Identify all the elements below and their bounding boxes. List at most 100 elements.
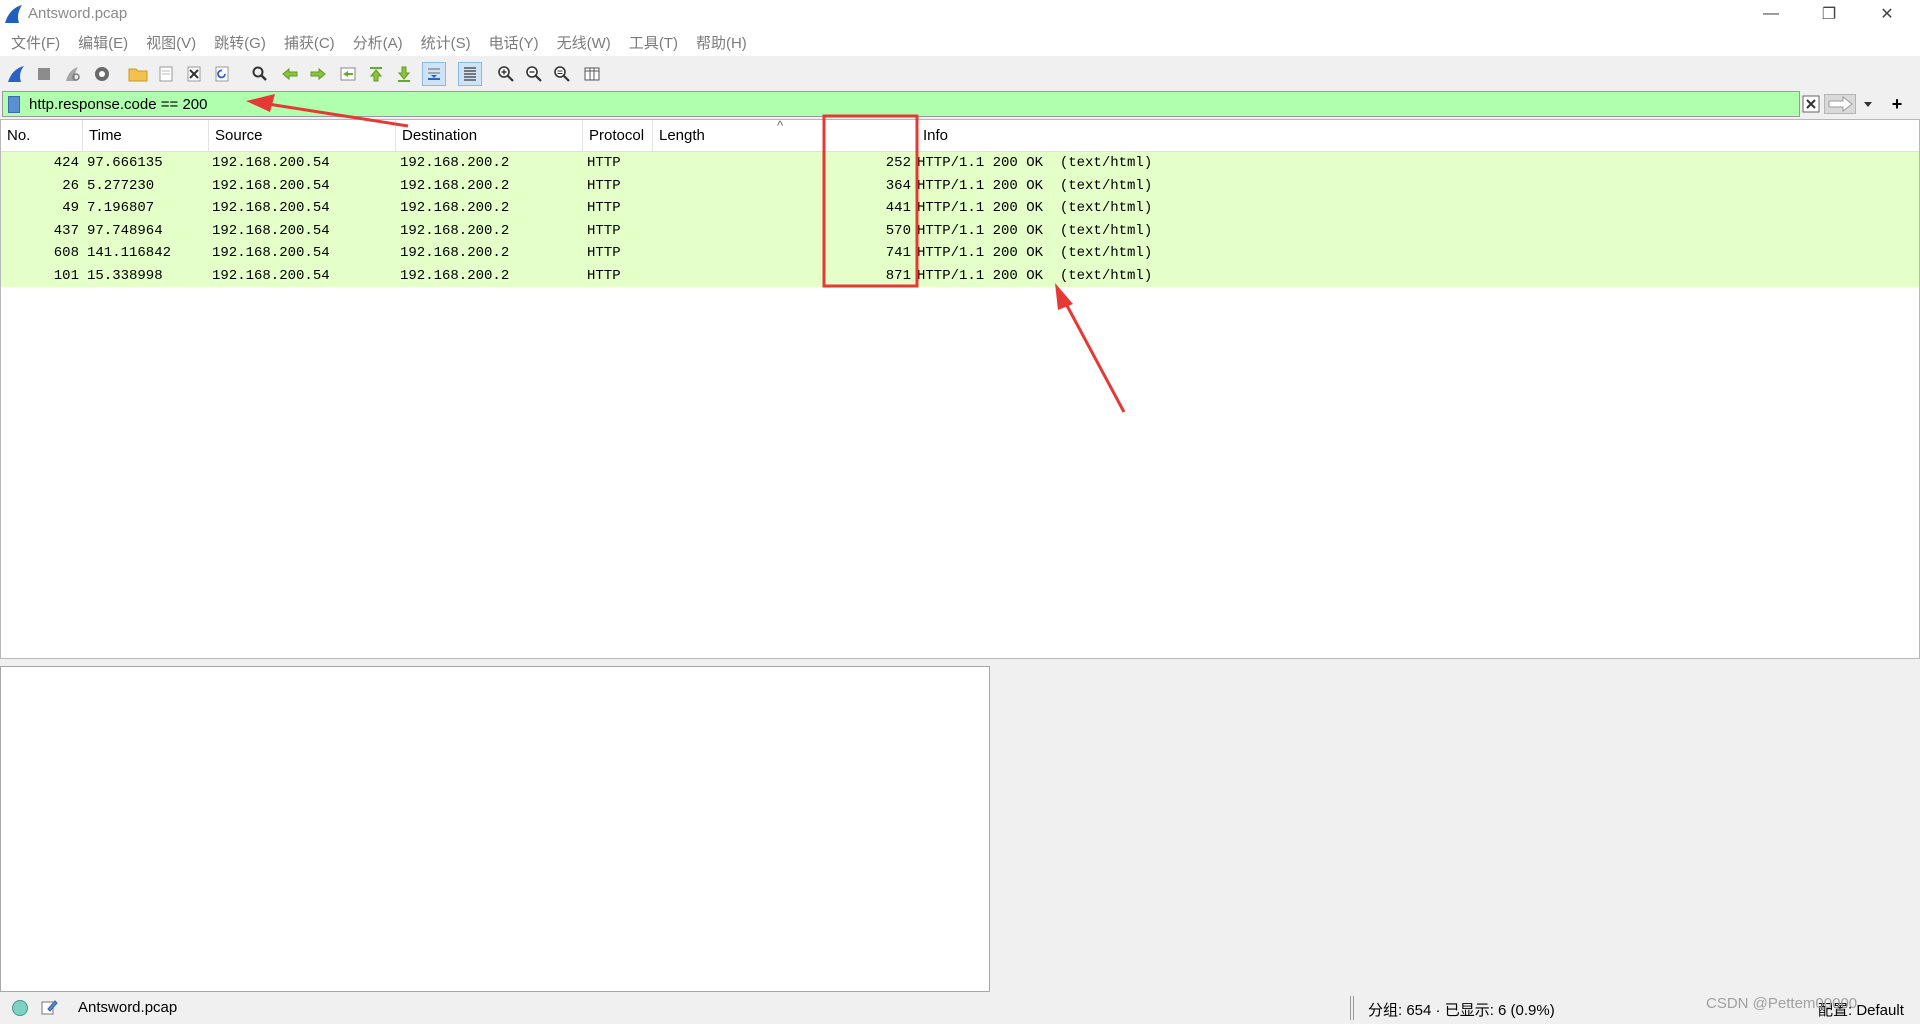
menu-go[interactable]: 跳转(G) [205,32,275,53]
stop-square-icon[interactable] [32,62,56,86]
display-filter-field [2,91,1800,117]
apply-filter-arrow-icon[interactable] [1824,94,1856,114]
cell-destination: 192.168.200.2 [400,267,510,284]
status-divider [1350,996,1354,1020]
title-bar: Antsword.pcap — ❐ ✕ [0,0,1920,28]
table-row[interactable]: 424 97.666135 192.168.200.54 192.168.200… [1,152,1919,175]
cell-length: 741 [885,245,911,261]
cell-protocol: HTTP [587,177,621,194]
capture-comment-edit-icon[interactable] [40,998,58,1016]
cell-no: 26 [62,177,79,194]
close-button[interactable]: ✕ [1858,0,1916,28]
table-row[interactable]: 49 7.196807 192.168.200.54 192.168.200.2… [1,197,1919,220]
cell-info: HTTP/1.1 200 OK (text/html) [917,200,1153,216]
find-magnifier-icon[interactable] [248,62,272,86]
colorize-icon[interactable] [458,62,482,86]
cell-protocol: HTTP [587,267,621,284]
minimize-button[interactable]: — [1742,0,1800,28]
save-file-icon[interactable] [154,62,178,86]
column-header-no[interactable]: No. [1,120,83,152]
packet-bytes-pane[interactable] [990,666,1920,992]
clear-filter-icon[interactable] [1802,94,1820,114]
cell-length: 871 [885,267,911,284]
length-header-label: Length [659,127,705,144]
open-folder-icon[interactable] [126,62,150,86]
table-row[interactable]: 608 141.116842 192.168.200.54 192.168.20… [1,242,1919,265]
menu-wireless[interactable]: 无线(W) [548,32,620,53]
restart-fin-icon[interactable] [60,62,84,86]
cell-length: 441 [885,200,911,216]
first-packet-icon[interactable] [364,62,388,86]
bookmark-icon[interactable] [8,96,20,113]
packet-list-header: No. Time Source Destination Protocol Len… [1,118,1919,152]
reload-file-icon[interactable] [210,62,234,86]
menu-bar: 文件(F) 编辑(E) 视图(V) 跳转(G) 捕获(C) 分析(A) 统计(S… [0,28,1920,56]
cell-info: HTTP/1.1 200 OK (text/html) [917,222,1153,239]
column-header-time[interactable]: Time [83,120,209,152]
zoom-in-icon[interactable] [494,62,518,86]
cell-no: 437 [53,222,79,239]
zoom-out-icon[interactable] [522,62,546,86]
menu-capture[interactable]: 捕获(C) [275,32,344,53]
cell-time: 141.116842 [87,245,172,261]
window-title: Antsword.pcap [28,5,128,22]
add-filter-button[interactable]: + [1884,91,1910,117]
close-file-icon[interactable] [182,62,206,86]
go-back-arrow-icon[interactable] [278,62,302,86]
cell-no: 424 [53,155,79,171]
table-row[interactable]: 26 5.277230 192.168.200.54 192.168.200.2… [1,174,1919,197]
menu-view[interactable]: 视图(V) [137,32,205,53]
menu-telephony[interactable]: 电话(Y) [480,32,548,53]
go-forward-arrow-icon[interactable] [306,62,330,86]
column-header-length[interactable]: Length ^ [653,118,917,152]
cell-protocol: HTTP [587,222,621,239]
cell-protocol: HTTP [587,245,621,261]
cell-info: HTTP/1.1 200 OK (text/html) [917,177,1153,194]
cell-info: HTTP/1.1 200 OK (text/html) [917,155,1153,171]
column-header-destination[interactable]: Destination [396,120,583,152]
table-row[interactable]: 101 15.338998 192.168.200.54 192.168.200… [1,264,1919,287]
cell-source: 192.168.200.54 [212,245,330,261]
capture-options-gear-icon[interactable] [90,62,114,86]
menu-tools[interactable]: 工具(T) [620,32,687,53]
cell-no: 608 [53,245,79,261]
menu-statistics[interactable]: 统计(S) [412,32,480,53]
cell-source: 192.168.200.54 [212,267,330,284]
cell-destination: 192.168.200.2 [400,155,510,171]
column-header-source[interactable]: Source [209,120,396,152]
menu-file[interactable]: 文件(F) [2,32,69,53]
display-filter-input[interactable] [29,94,1789,114]
last-packet-icon[interactable] [392,62,416,86]
cell-time: 97.748964 [87,222,163,239]
cell-source: 192.168.200.54 [212,155,330,171]
menu-edit[interactable]: 编辑(E) [69,32,137,53]
shark-fin-start-icon[interactable] [4,62,28,86]
cell-source: 192.168.200.54 [212,200,330,216]
filter-history-dropdown-icon[interactable] [1860,94,1876,114]
table-row[interactable]: 437 97.748964 192.168.200.54 192.168.200… [1,219,1919,242]
status-packet-count: 分组: 654 · 已显示: 6 (0.9%) [1368,1002,1555,1019]
sort-ascending-icon: ^ [777,118,784,133]
column-header-protocol[interactable]: Protocol [583,120,653,152]
cell-destination: 192.168.200.2 [400,177,510,194]
cell-protocol: HTTP [587,200,621,216]
resize-columns-icon[interactable] [580,62,604,86]
menu-help[interactable]: 帮助(H) [687,32,756,53]
cell-destination: 192.168.200.2 [400,200,510,216]
autoscroll-icon[interactable] [422,62,446,86]
go-to-packet-icon[interactable] [336,62,360,86]
cell-destination: 192.168.200.2 [400,222,510,239]
status-file-name: Antsword.pcap [78,999,178,1016]
cell-time: 97.666135 [87,155,163,171]
expert-info-status-icon[interactable] [12,1000,28,1016]
cell-time: 7.196807 [87,200,155,216]
menu-analyze[interactable]: 分析(A) [344,32,412,53]
packet-details-pane[interactable] [0,666,990,992]
cell-length: 252 [885,155,911,171]
normal-size-icon[interactable] [550,62,574,86]
packet-list-pane[interactable]: No. Time Source Destination Protocol Len… [0,118,1920,659]
main-toolbar [0,56,1920,90]
maximize-button[interactable]: ❐ [1800,0,1858,28]
column-header-info[interactable]: Info [917,120,1919,152]
status-bar: Antsword.pcap 分组: 654 · 已显示: 6 (0.9%) 配置… [0,992,1920,1024]
